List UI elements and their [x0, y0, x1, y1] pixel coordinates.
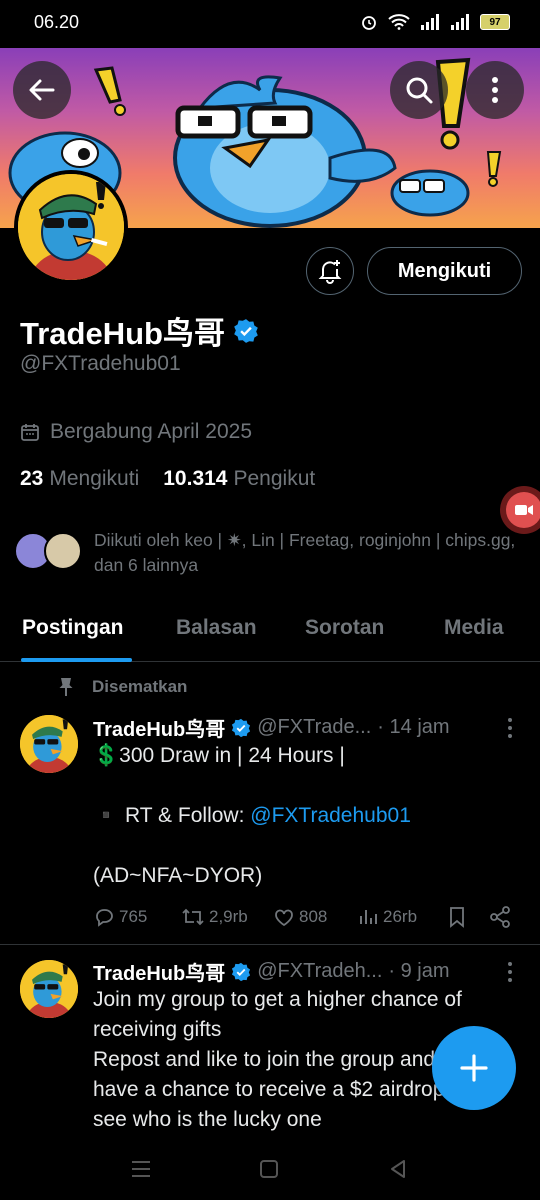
tweet-author-name[interactable]: TradeHub鸟哥 — [93, 713, 225, 742]
active-tab-indicator — [21, 658, 132, 662]
profile-display-name: TradeHub鸟哥 — [20, 308, 259, 353]
following-button[interactable]: Mengikuti — [367, 247, 522, 295]
tweet-line-prefix: ▪️ RT & Follow: — [93, 804, 251, 827]
views-count: 26rb — [383, 907, 418, 926]
profile-avatar[interactable] — [14, 170, 128, 284]
share-icon — [490, 906, 510, 928]
more-vertical-icon — [508, 962, 512, 982]
tweet-line: ▪️ RT & Follow: @FXTradehub01 — [93, 801, 525, 831]
tab-highlights[interactable]: Sorotan — [305, 616, 384, 640]
wifi-icon — [388, 14, 410, 30]
pin-icon — [59, 678, 73, 696]
back-button[interactable] — [13, 61, 71, 119]
repost-count: 2,9rb — [209, 907, 248, 926]
tweet-avatar-image — [20, 715, 78, 773]
mention-link[interactable]: @FXTradehub01 — [250, 804, 411, 827]
reply-count: 765 — [119, 907, 148, 926]
pinned-label: Disematkan — [58, 677, 187, 697]
tweet-timestamp: · 9 jam — [388, 960, 450, 982]
verified-badge-icon — [232, 962, 251, 981]
like-count: 808 — [299, 907, 328, 926]
tweet-timestamp: · 14 jam — [377, 716, 450, 738]
avatar-bird-image — [18, 174, 124, 280]
tweet-divider — [0, 944, 540, 945]
back-nav-icon[interactable] — [388, 1159, 408, 1179]
profile-tabs: Postingan Balasan Sorotan Media — [0, 604, 540, 662]
more-options-button[interactable] — [466, 61, 524, 119]
tweet-avatar[interactable] — [20, 715, 78, 773]
views-icon — [360, 910, 377, 924]
followers-label: Pengikut — [233, 467, 316, 490]
tab-replies[interactable]: Balasan — [176, 616, 257, 640]
pinned-text: Disematkan — [92, 677, 188, 696]
following-count: 23 — [20, 467, 44, 490]
tweet-line: (AD~NFA~DYOR) — [93, 864, 263, 887]
reply-button[interactable]: 765 — [93, 906, 147, 928]
tweet-line: 💲300 Draw in | 24 Hours | — [93, 744, 345, 767]
like-button[interactable]: 808 — [273, 906, 327, 928]
tweet-author-handle[interactable]: @FXTradeh... — [257, 960, 382, 983]
bookmark-icon — [450, 907, 464, 928]
home-icon[interactable] — [259, 1159, 279, 1179]
search-button[interactable] — [390, 61, 448, 119]
screen-record-button[interactable] — [500, 486, 540, 534]
tweet-author-name[interactable]: TradeHub鸟哥 — [93, 957, 225, 986]
more-vertical-icon — [508, 718, 512, 738]
screen-record-icon — [506, 492, 540, 528]
tweet-author-handle[interactable]: @FXTrade... — [257, 716, 371, 739]
compose-button[interactable] — [432, 1026, 516, 1110]
status-icons: 97 — [360, 13, 510, 31]
reply-icon — [96, 909, 113, 927]
following-stat[interactable]: 23 Mengikuti — [20, 467, 139, 491]
tab-posts[interactable]: Postingan — [22, 616, 124, 640]
profile-handle: @FXTradehub01 — [20, 352, 181, 375]
follower-avatar-2 — [44, 532, 82, 570]
followed-by-avatars — [14, 532, 84, 570]
tweet-header: TradeHub鸟哥 @FXTrade... · 14 jam — [93, 713, 450, 742]
system-navigation-bar — [0, 1145, 540, 1200]
tweet-avatar-image — [20, 960, 78, 1018]
views-button[interactable]: 26rb — [357, 906, 417, 928]
battery-indicator: 97 — [480, 14, 510, 30]
tab-media[interactable]: Media — [444, 616, 504, 640]
tweet-actions: 765 2,9rb 808 26rb — [93, 904, 523, 930]
status-time: 06.20 — [34, 12, 80, 32]
following-label: Mengikuti — [49, 467, 140, 490]
joined-text: Bergabung April 2025 — [50, 420, 252, 443]
verified-badge-icon — [232, 718, 251, 737]
followed-by[interactable]: Diikuti oleh keo | ✷, Lin | Freetag, rog… — [14, 528, 524, 578]
notification-bell-icon — [318, 260, 342, 284]
search-icon — [406, 77, 433, 104]
tweet-text: 💲300 Draw in | 24 Hours | ▪️ RT & Follow… — [93, 741, 525, 891]
bookmark-button[interactable] — [447, 906, 467, 928]
followers-stat[interactable]: 10.314 Pengikut — [163, 467, 315, 491]
share-button[interactable] — [489, 906, 511, 928]
followers-count: 10.314 — [163, 467, 228, 490]
back-arrow-icon — [29, 79, 55, 101]
repost-icon — [182, 908, 204, 926]
recent-apps-icon[interactable] — [130, 1159, 152, 1179]
tweet-avatar[interactable] — [20, 960, 78, 1018]
notification-bell-button[interactable] — [306, 247, 354, 295]
alarm-icon — [362, 16, 376, 30]
verified-badge-icon[interactable] — [233, 318, 259, 344]
signal-icon — [421, 14, 439, 30]
calendar-icon — [21, 424, 39, 441]
joined-date: Bergabung April 2025 — [20, 420, 252, 444]
followed-by-text: Diikuti oleh keo | ✷, Lin | Freetag, rog… — [94, 530, 516, 575]
status-bar: 06.20 97 — [0, 0, 540, 48]
repost-button[interactable]: 2,9rb — [181, 906, 248, 928]
profile-stats: 23 Mengikuti 10.314 Pengikut — [20, 467, 315, 491]
signal-icon-2 — [451, 14, 469, 30]
display-name-text: TradeHub鸟哥 — [20, 316, 225, 351]
plus-icon — [460, 1054, 488, 1082]
tweet-header: TradeHub鸟哥 @FXTradeh... · 9 jam — [93, 957, 450, 986]
like-icon — [275, 909, 293, 927]
more-vertical-icon — [492, 77, 498, 103]
